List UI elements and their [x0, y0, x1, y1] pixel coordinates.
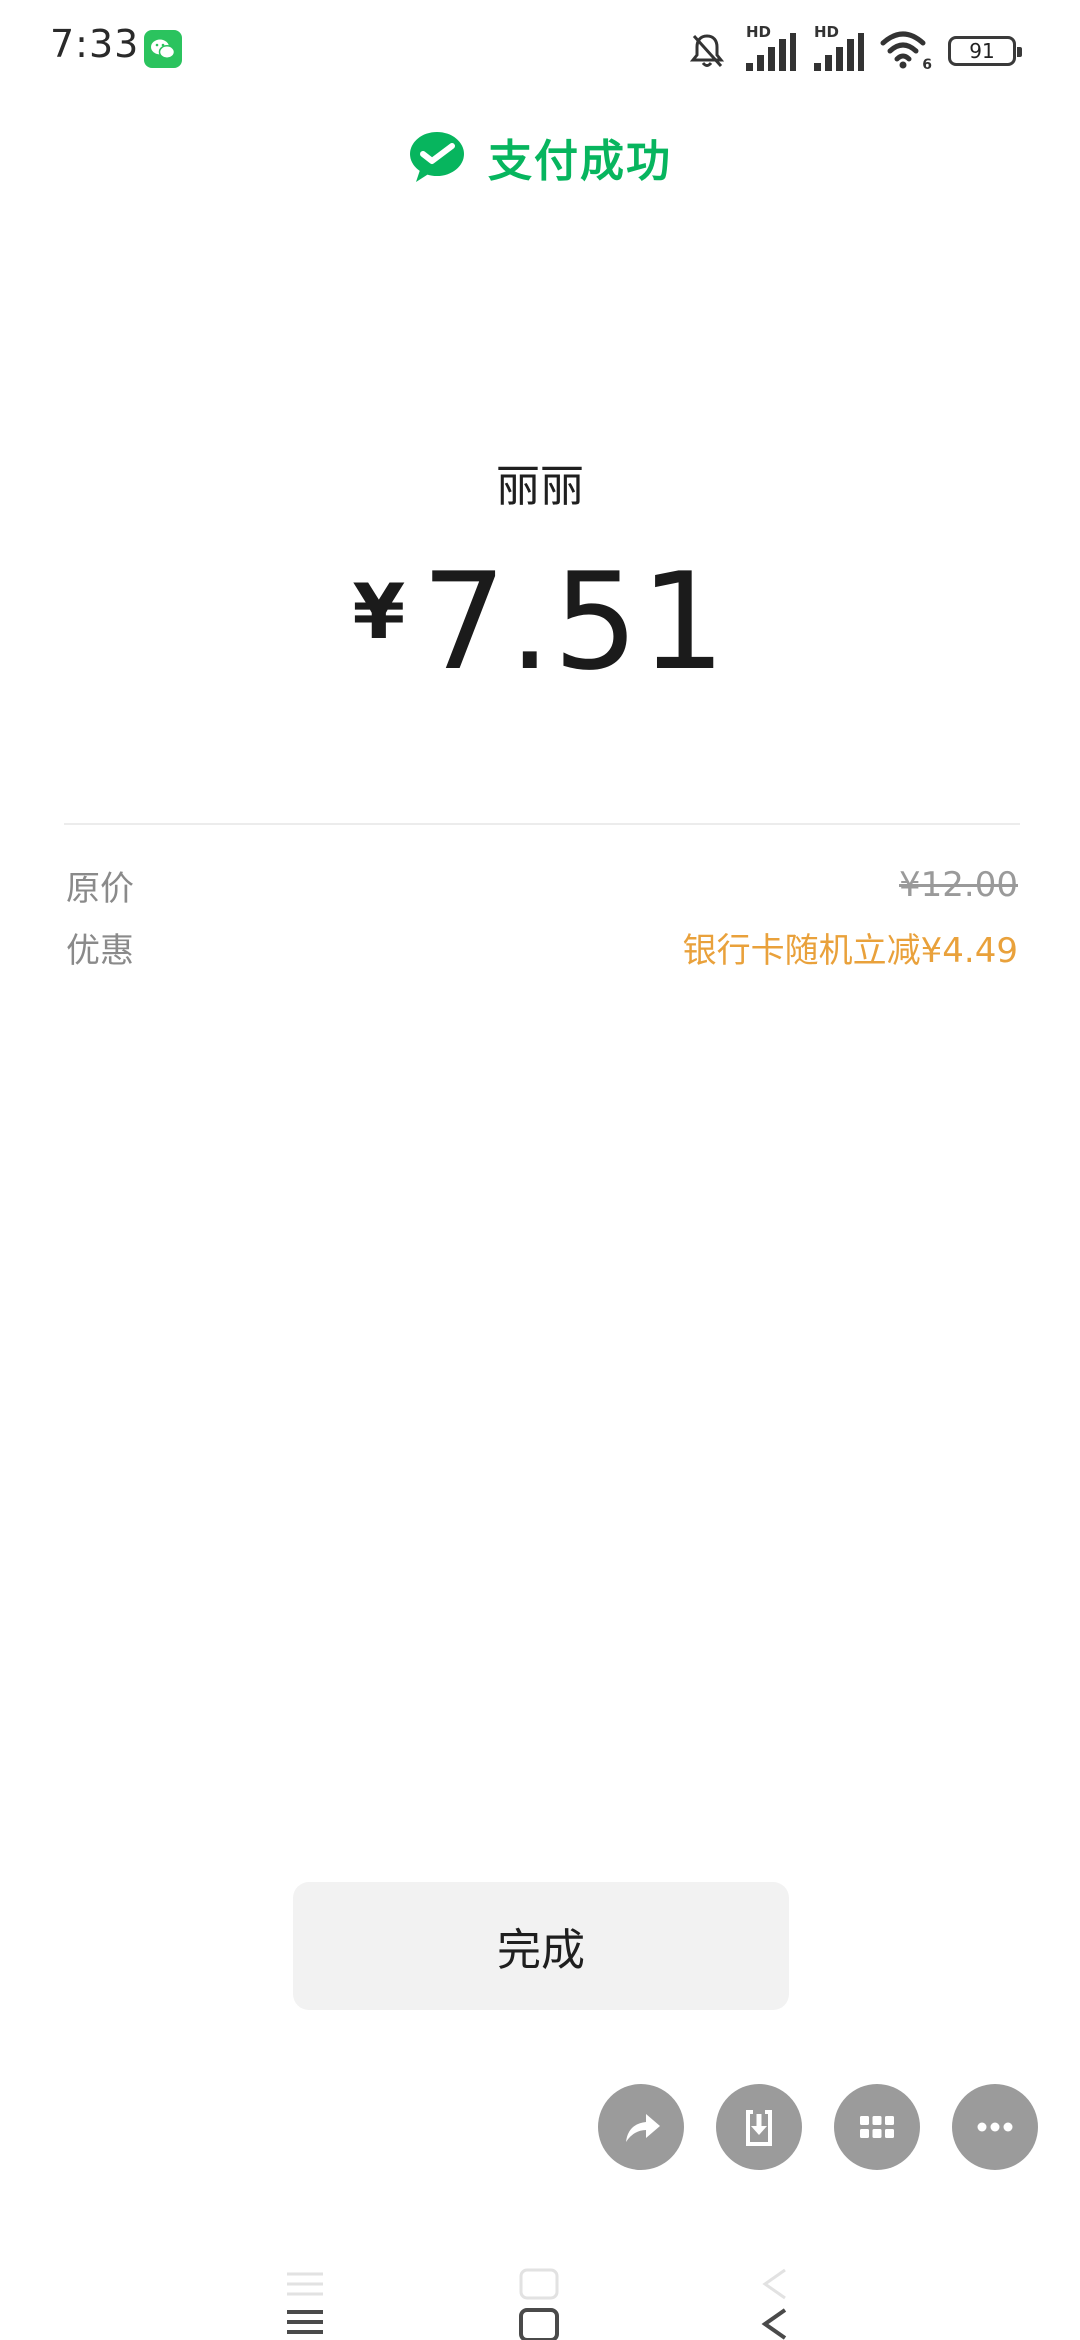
discount-label: 优惠 [66, 930, 134, 971]
wechat-pay-icon [410, 132, 464, 182]
payment-success-screen: 7:33 HD HD 6 91 支付成功 丽丽 ¥ 7.51 原价 ¥12.00… [0, 0, 1080, 2340]
more-button[interactable] [952, 2084, 1038, 2170]
original-price-row: 原价 ¥12.00 [66, 860, 1018, 910]
download-button[interactable] [716, 2084, 802, 2170]
signal-bars-icon [746, 33, 796, 71]
home-icon[interactable] [515, 2260, 563, 2340]
payee-name: 丽丽 [496, 461, 584, 512]
done-button[interactable]: 完成 [293, 1882, 789, 2010]
status-time: 7:33 [50, 22, 140, 66]
wifi-icon [880, 31, 926, 69]
header: 支付成功 [0, 122, 1080, 192]
system-nav-bar [0, 2250, 1080, 2340]
mute-bell-icon [689, 34, 725, 68]
signal-1: HD [744, 23, 796, 73]
grid-button[interactable] [834, 2084, 920, 2170]
page-title: 支付成功 [488, 136, 672, 187]
share-icon [626, 2114, 660, 2142]
grid-icon [860, 2116, 894, 2138]
more-icon [977, 2122, 1013, 2132]
share-button[interactable] [598, 2084, 684, 2170]
floating-actions [598, 2084, 1038, 2170]
original-price-value: ¥12.00 [899, 865, 1018, 905]
discount-value: 银行卡随机立减¥4.49 [682, 930, 1018, 971]
divider [64, 823, 1020, 825]
amount-value: 7.51 [421, 544, 728, 700]
back-icon[interactable] [755, 2260, 795, 2340]
original-price-label: 原价 [66, 868, 134, 909]
battery-icon: 91 [948, 36, 1022, 66]
wifi: 6 [880, 29, 932, 73]
status-icons: HD HD 6 91 [686, 23, 1022, 74]
wifi-version: 6 [922, 57, 932, 73]
menu-icon[interactable] [283, 2260, 327, 2340]
discount-row: 优惠 银行卡随机立减¥4.49 [66, 922, 1018, 972]
signal-bars-icon [814, 33, 864, 71]
battery-level: 91 [969, 39, 995, 63]
signal-2: HD [812, 23, 864, 73]
payment-amount: ¥ 7.51 [0, 555, 1080, 689]
currency-symbol: ¥ [352, 567, 406, 656]
wechat-notification-icon [144, 30, 182, 68]
download-icon [746, 2110, 772, 2146]
status-bar: 7:33 HD HD 6 91 [0, 0, 1080, 100]
